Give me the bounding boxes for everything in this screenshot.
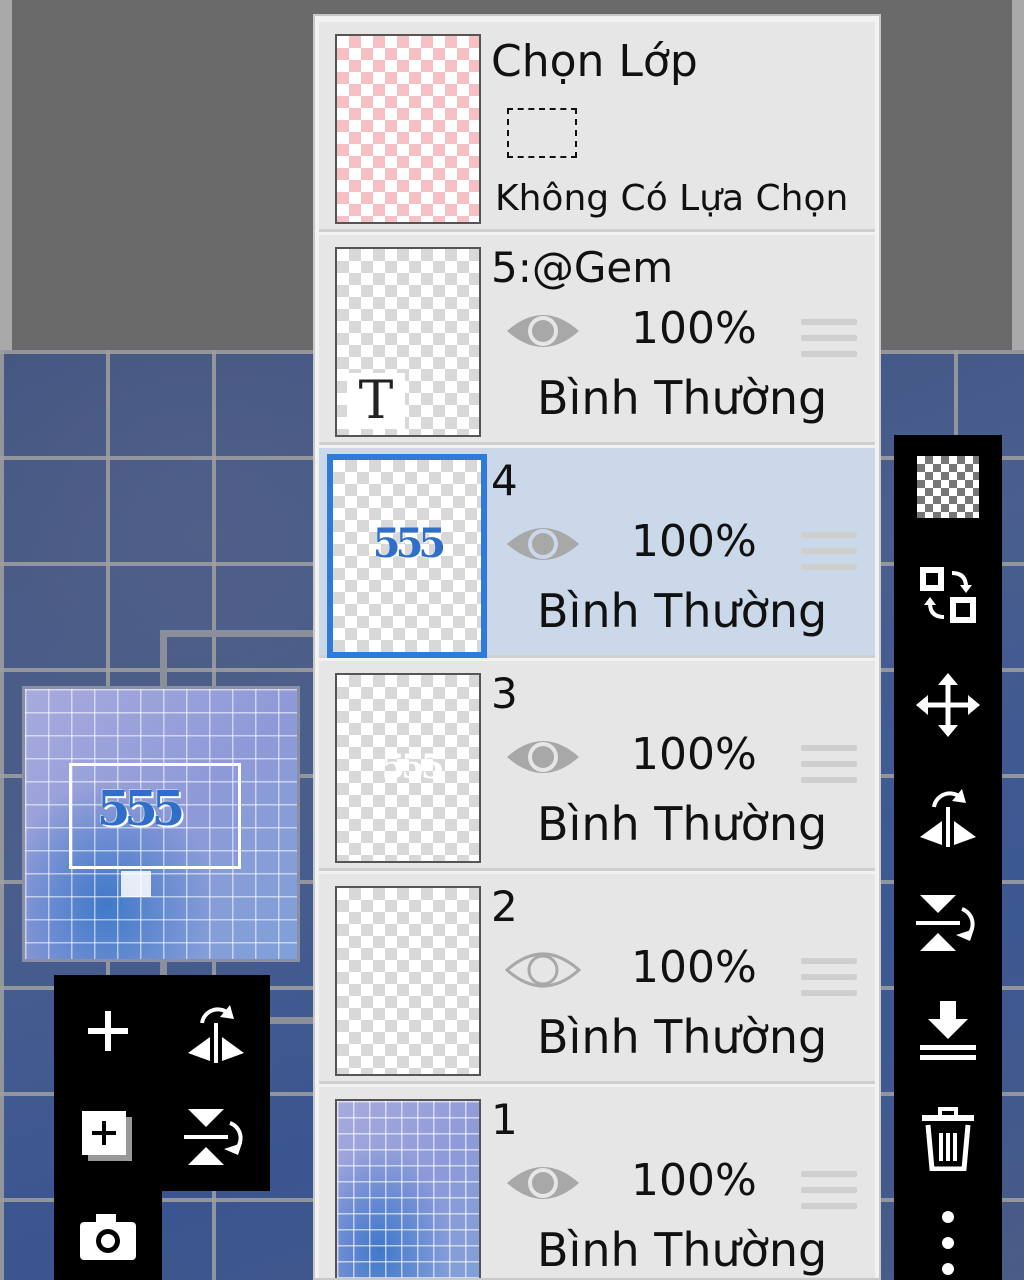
camera-icon xyxy=(80,1214,136,1260)
move-layer-button[interactable] xyxy=(908,665,988,745)
layer-opacity: 100% xyxy=(631,1155,757,1206)
layer-thumbnail: T xyxy=(335,247,481,437)
canvas-edge-left xyxy=(0,0,12,350)
selection-layer-row[interactable]: Chọn Lớp Không Có Lựa Chọn xyxy=(319,22,875,232)
selection-status: Không Có Lựa Chọn xyxy=(495,178,849,219)
drag-handle-icon[interactable] xyxy=(801,745,857,791)
flip-horizontal-icon xyxy=(188,1005,244,1063)
camera-button[interactable] xyxy=(58,1195,158,1279)
blend-mode[interactable]: Bình Thường xyxy=(537,584,827,638)
layers-panel: Chọn Lớp Không Có Lựa Chọn T 5:@Gem 100%… xyxy=(313,14,881,1280)
blend-mode[interactable]: Bình Thường xyxy=(537,371,827,425)
flip-horizontal-icon xyxy=(920,789,976,847)
drag-handle-icon[interactable] xyxy=(801,958,857,1004)
selection-marquee-icon xyxy=(507,108,577,158)
blend-mode[interactable]: Bình Thường xyxy=(537,1223,827,1277)
delete-layer-button[interactable] xyxy=(908,1099,988,1179)
layer-row-1[interactable]: 1 100% Bình Thường xyxy=(319,1087,875,1278)
layer-name: 5:@Gem xyxy=(491,243,674,292)
layer-row-2[interactable]: 2 100% Bình Thường xyxy=(319,874,875,1084)
drag-handle-icon[interactable] xyxy=(801,319,857,365)
layer-toolbar-left xyxy=(54,975,270,1191)
merge-down-icon xyxy=(920,1001,976,1060)
thumbnail-text: 555 xyxy=(372,520,447,567)
flip-vertical-button[interactable] xyxy=(908,883,988,963)
layer-opacity: 100% xyxy=(631,516,757,567)
preview-text: 555 xyxy=(97,781,185,837)
flip-horizontal-button[interactable] xyxy=(166,981,266,1081)
move-icon xyxy=(916,673,980,737)
layer-name: 3 xyxy=(491,669,518,718)
eye-icon[interactable] xyxy=(505,733,581,781)
blend-mode[interactable]: Bình Thường xyxy=(537,1010,827,1064)
selection-layer-thumbnail xyxy=(335,34,481,224)
add-layer-copy-button[interactable] xyxy=(58,1087,158,1187)
drag-handle-icon[interactable] xyxy=(801,532,857,578)
layer-toolbar-left-extension xyxy=(54,1191,162,1280)
swap-layers-icon xyxy=(920,567,976,623)
layer-name: 4 xyxy=(491,456,518,505)
eye-icon[interactable] xyxy=(505,307,581,355)
swap-layers-button[interactable] xyxy=(908,555,988,635)
flip-vertical-icon xyxy=(916,895,975,951)
selection-layer-title: Chọn Lớp xyxy=(491,36,698,87)
more-vertical-icon xyxy=(942,1211,954,1275)
eye-icon[interactable] xyxy=(505,1159,581,1207)
layer-opacity: 100% xyxy=(631,303,757,354)
eye-icon[interactable] xyxy=(505,520,581,568)
merge-down-button[interactable] xyxy=(908,991,988,1071)
transparent-checker-icon xyxy=(917,456,979,518)
blend-mode[interactable]: Bình Thường xyxy=(537,797,827,851)
layer-row-5[interactable]: T 5:@Gem 100% Bình Thường xyxy=(319,235,875,445)
navigator-preview[interactable]: 555 xyxy=(22,686,300,962)
layer-row-4[interactable]: 555 4 100% Bình Thường xyxy=(319,448,875,658)
add-layer-icon xyxy=(82,1111,132,1161)
thumbnail-white-text: 555 xyxy=(381,747,445,787)
preview-tag xyxy=(121,871,151,897)
add-layer-button[interactable] xyxy=(58,981,158,1081)
layer-name: 1 xyxy=(491,1095,518,1144)
transparent-background-button[interactable] xyxy=(908,447,988,527)
layer-thumbnail xyxy=(335,886,481,1076)
layer-row-3[interactable]: 555 3 100% Bình Thường xyxy=(319,661,875,871)
eye-hidden-icon[interactable] xyxy=(505,946,581,994)
layer-opacity: 100% xyxy=(631,942,757,993)
flip-horizontal-button[interactable] xyxy=(908,775,988,855)
layer-thumbnail: 555 xyxy=(327,454,487,658)
flip-vertical-icon xyxy=(184,1109,243,1165)
trash-icon xyxy=(922,1107,974,1171)
drag-handle-icon[interactable] xyxy=(801,1171,857,1217)
layer-thumbnail: 555 xyxy=(335,673,481,863)
layer-name: 2 xyxy=(491,882,518,931)
plus-icon xyxy=(88,1011,128,1051)
layer-opacity: 100% xyxy=(631,729,757,780)
text-layer-icon: T xyxy=(347,373,405,429)
more-options-button[interactable] xyxy=(908,1205,988,1280)
flip-vertical-button[interactable] xyxy=(166,1087,266,1187)
layer-thumbnail xyxy=(335,1099,481,1278)
canvas-edge-right xyxy=(1012,0,1024,350)
layer-toolbar-right xyxy=(894,435,1002,1280)
